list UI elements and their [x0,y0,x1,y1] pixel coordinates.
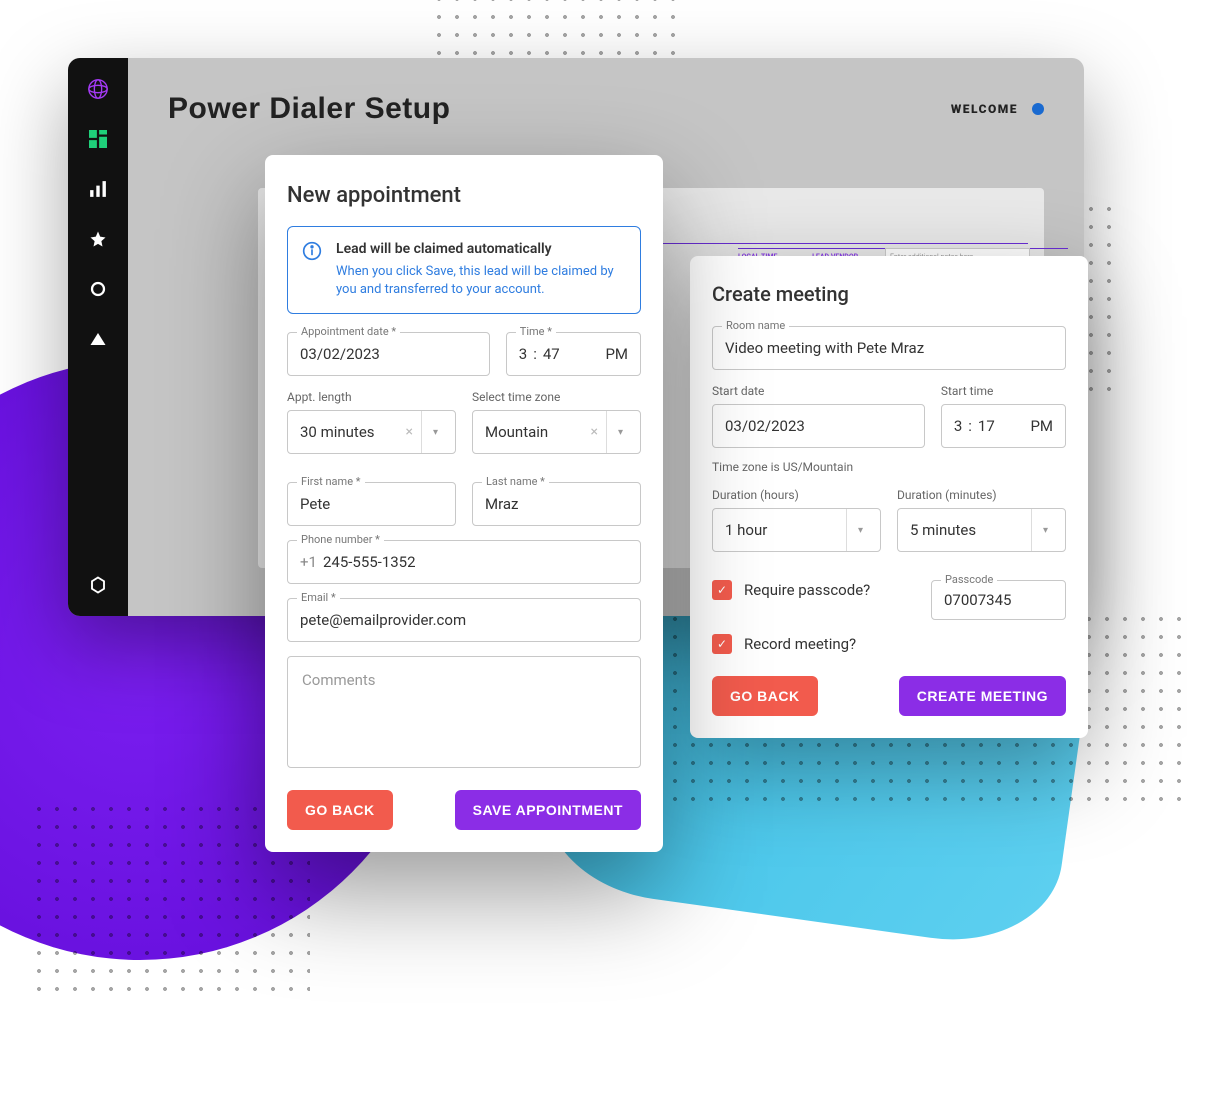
record-meeting-checkbox[interactable]: ✓ [712,634,732,654]
first-name-input[interactable]: Pete [287,482,456,526]
appointment-time-input[interactable]: 3:47PM [506,332,641,376]
passcode-input[interactable]: 07007345 [931,580,1066,620]
phone-input[interactable]: +1 245-555-1352 [287,540,641,584]
modal-title: Create meeting [712,282,1066,306]
stats-icon[interactable] [87,178,109,200]
duration-minutes-select[interactable]: 5 minutes ▾ [897,508,1066,552]
chevron-down-icon: ▾ [606,411,634,453]
timezone-hint: Time zone is US/Mountain [712,460,1066,474]
email-input[interactable]: pete@emailprovider.com [287,598,641,642]
chevron-down-icon: ▾ [421,411,449,453]
comments-textarea[interactable]: Comments [287,656,641,768]
go-back-button[interactable]: GO BACK [287,790,393,830]
duration-hours-select[interactable]: 1 hour ▾ [712,508,881,552]
require-passcode-label: Require passcode? [744,581,870,599]
star-icon[interactable] [87,228,109,250]
chevron-down-icon: ▾ [846,509,874,551]
dashboard-icon[interactable] [87,128,109,150]
triangle-icon[interactable] [87,328,109,350]
page-title: Power Dialer Setup [168,92,1044,126]
last-name-input[interactable]: Mraz [472,482,641,526]
require-passcode-checkbox[interactable]: ✓ [712,580,732,600]
modal-title: New appointment [287,183,641,208]
room-name-input[interactable]: Video meeting with Pete Mraz [712,326,1066,370]
new-appointment-modal: New appointment Lead will be claimed aut… [265,155,663,852]
circle-icon[interactable] [87,278,109,300]
appt-length-select[interactable]: 30 minutes × ▾ [287,410,456,454]
sidebar [68,58,128,616]
info-callout: Lead will be claimed automatically When … [287,226,641,314]
create-meeting-button[interactable]: CREATE MEETING [899,676,1066,716]
timezone-select[interactable]: Mountain × ▾ [472,410,641,454]
clear-icon[interactable]: × [583,424,606,440]
hex-icon[interactable] [87,574,109,596]
start-date-input[interactable]: 03/02/2023 [712,404,925,448]
create-meeting-modal: Create meeting Room name Video meeting w… [690,256,1088,738]
welcome-label: WELCOME [951,102,1044,116]
info-icon [302,241,322,261]
save-appointment-button[interactable]: SAVE APPOINTMENT [455,790,641,830]
start-time-input[interactable]: 3:17PM [941,404,1066,448]
status-dot-icon [1032,103,1044,115]
appointment-date-input[interactable]: 03/02/2023 [287,332,490,376]
go-back-button[interactable]: GO BACK [712,676,818,716]
info-body: When you click Save, this lead will be c… [336,263,626,299]
chevron-down-icon: ▾ [1031,509,1059,551]
logo-icon[interactable] [87,78,109,100]
clear-icon[interactable]: × [398,424,421,440]
info-title: Lead will be claimed automatically [336,241,626,257]
record-meeting-label: Record meeting? [744,635,856,653]
